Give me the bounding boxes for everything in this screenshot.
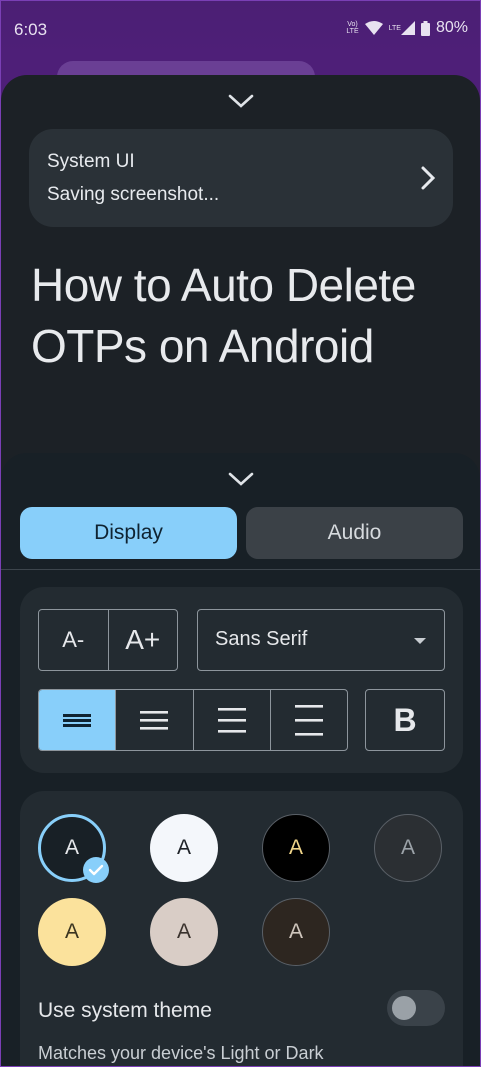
collapse-chevron-icon[interactable] [227,93,255,109]
use-system-theme-label: Use system theme [38,999,212,1022]
spacing-extra-wide-button[interactable] [271,690,347,750]
article-title: How to Auto Delete OTPs on Android [31,259,416,372]
chevron-right-icon[interactable] [417,164,439,192]
theme-swatch-brown[interactable]: A [262,898,330,966]
battery-icon [420,20,430,36]
battery-percent: 80% [435,19,468,36]
increase-font-button[interactable]: A+ [109,610,178,670]
status-bar: 6:03 Vo) LTE LTE 80% [1,1,480,57]
spacing-wide-icon [217,708,246,733]
wifi-icon [364,21,383,35]
tab-display[interactable]: Display [20,507,237,559]
spacing-normal-button[interactable] [116,690,194,750]
spacing-normal-icon [140,711,169,730]
font-size-control: A- A+ [38,609,178,671]
panel-collapse-chevron-icon[interactable] [227,471,255,487]
color-theme-card: A A A A A A A Use system theme Matches y… [20,791,463,1066]
theme-swatch-light[interactable]: A [150,814,218,882]
notification-app: System UI [47,151,135,172]
toggle-knob [392,996,416,1020]
notification-text: Saving screenshot... [47,184,220,205]
reading-mode-panel: Display Audio A- A+ Sans Serif B A A A A… [1,453,480,1066]
screen: 6:03 Vo) LTE LTE 80% System UI Saving sc… [0,0,481,1067]
theme-swatch-black[interactable]: A [262,814,330,882]
decrease-font-button[interactable]: A- [39,610,109,670]
use-system-theme-toggle[interactable] [387,990,445,1026]
reading-mode-tabs: Display Audio [20,507,463,559]
theme-swatch-gray[interactable]: A [374,814,442,882]
spacing-compact-button[interactable] [39,690,117,750]
clock: 6:03 [14,20,48,39]
spacing-extra-wide-icon [294,705,323,736]
checkmark-icon [83,857,109,883]
spacing-wide-button[interactable] [194,690,271,750]
theme-swatch-default[interactable]: A [38,814,109,883]
font-family-value: Sans Serif [215,628,308,650]
divider [1,569,480,570]
signal-icon [400,21,415,35]
bold-toggle-button[interactable]: B [365,689,445,751]
lte-label: LTE [388,24,401,32]
line-spacing-control [38,689,348,751]
volte-icon: Vo) LTE [346,21,359,35]
font-family-dropdown[interactable]: Sans Serif [197,609,445,671]
spacing-compact-icon [63,714,92,727]
system-theme-description: Matches your device's Light or Dark [38,1043,324,1063]
tab-audio[interactable]: Audio [246,507,463,559]
theme-swatch-yellow[interactable]: A [38,898,106,966]
theme-swatch-beige[interactable]: A [150,898,218,966]
font-settings-card: A- A+ Sans Serif B [20,587,463,773]
screenshot-notification[interactable]: System UI Saving screenshot... [29,129,453,227]
dropdown-caret-icon [414,638,426,644]
status-icons: Vo) LTE LTE 80% [346,19,468,37]
